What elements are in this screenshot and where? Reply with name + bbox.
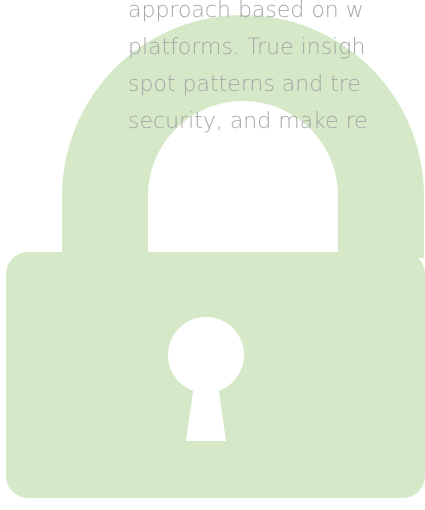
body-text-line: spot patterns and tre	[128, 72, 361, 97]
body-text-line: approach based on w	[128, 0, 364, 23]
body-paragraph: approach based on w platforms. True insi…	[128, 0, 425, 140]
body-text-line: platforms. True insigh	[128, 35, 366, 60]
body-text-line: security, and make re	[128, 109, 368, 134]
page-content: approach based on w platforms. True insi…	[0, 0, 425, 510]
